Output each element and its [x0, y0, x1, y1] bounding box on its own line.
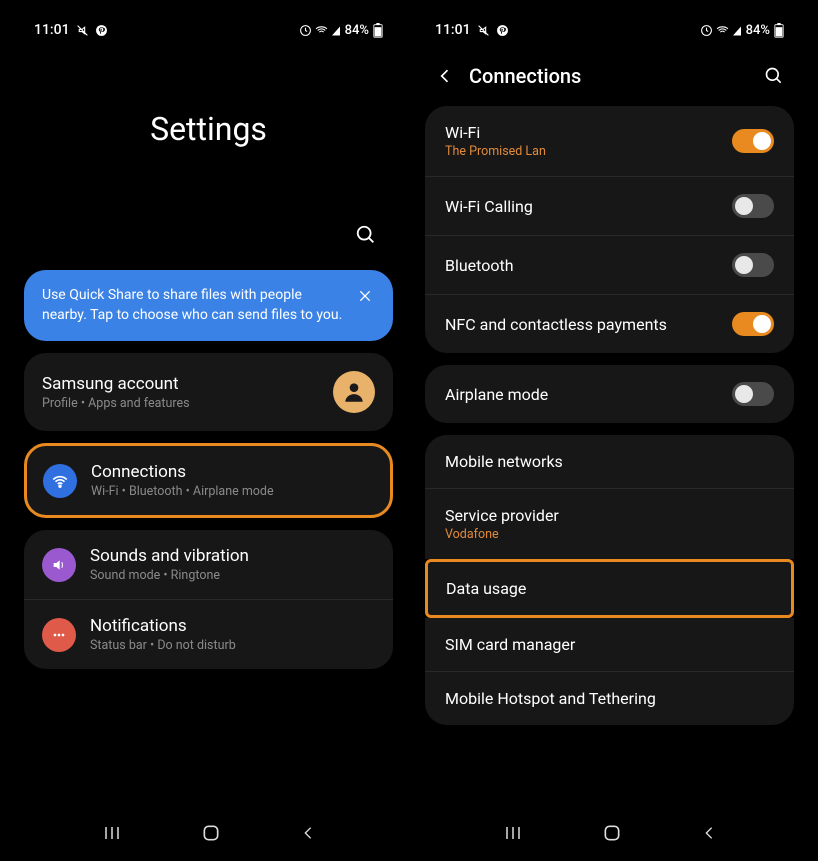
- status-bar: 11:01 84%: [413, 10, 806, 50]
- bluetooth-title: Bluetooth: [445, 256, 720, 275]
- connections-title: Connections: [91, 462, 374, 482]
- header-title: Connections: [469, 64, 750, 88]
- person-icon: [341, 379, 367, 405]
- search-button[interactable]: [764, 66, 784, 86]
- airplane-row[interactable]: Airplane mode: [425, 365, 794, 423]
- bluetooth-toggle[interactable]: [732, 253, 774, 277]
- tip-close-button[interactable]: [355, 286, 375, 306]
- search-button[interactable]: [349, 218, 383, 252]
- data-usage-highlight: Data usage: [425, 559, 794, 618]
- account-sub: Profile • Apps and features: [42, 396, 333, 411]
- home-button[interactable]: [602, 823, 622, 843]
- status-battery: 84%: [746, 23, 770, 38]
- quick-share-tip[interactable]: Use Quick Share to share files with peop…: [24, 270, 393, 341]
- mobile-networks-row[interactable]: Mobile networks: [425, 435, 794, 488]
- status-indicators: [299, 24, 341, 37]
- service-provider-title: Service provider: [445, 506, 774, 525]
- service-provider-sub: Vodafone: [445, 527, 774, 542]
- airplane-title: Airplane mode: [445, 385, 720, 404]
- sounds-row[interactable]: Sounds and vibration Sound mode • Ringto…: [24, 530, 393, 599]
- status-time: 11:01: [435, 22, 471, 38]
- service-provider-row[interactable]: Service provider Vodafone: [425, 488, 794, 559]
- sim-title: SIM card manager: [445, 635, 774, 654]
- nfc-title: NFC and contactless payments: [445, 315, 720, 334]
- wifi-sub: The Promised Lan: [445, 144, 720, 159]
- wifi-row[interactable]: Wi-Fi The Promised Lan: [425, 106, 794, 176]
- mute-icon: [477, 24, 490, 37]
- connections-sub: Wi-Fi • Bluetooth • Airplane mode: [91, 484, 374, 499]
- pinterest-icon: [496, 24, 509, 37]
- recents-button[interactable]: [102, 824, 122, 842]
- wifi-calling-toggle[interactable]: [732, 194, 774, 218]
- header-bar: Connections: [425, 50, 794, 106]
- nfc-toggle[interactable]: [732, 312, 774, 336]
- hotspot-title: Mobile Hotspot and Tethering: [445, 689, 774, 708]
- nfc-row[interactable]: NFC and contactless payments: [425, 294, 794, 353]
- data-usage-row[interactable]: Data usage: [425, 559, 794, 618]
- notifications-row[interactable]: Notifications Status bar • Do not distur…: [24, 599, 393, 669]
- samsung-account-row[interactable]: Samsung account Profile • Apps and featu…: [24, 353, 393, 431]
- mute-icon: [76, 24, 89, 37]
- status-indicators: [700, 24, 742, 37]
- connections-row[interactable]: Connections Wi-Fi • Bluetooth • Airplane…: [27, 446, 390, 515]
- back-button[interactable]: [300, 824, 316, 842]
- wifi-calling-row[interactable]: Wi-Fi Calling: [425, 176, 794, 235]
- notifications-sub: Status bar • Do not disturb: [90, 638, 375, 653]
- page-title: Settings: [24, 50, 393, 218]
- airplane-toggle[interactable]: [732, 382, 774, 406]
- status-bar: 11:01 84%: [12, 10, 405, 50]
- notifications-icon: [42, 618, 76, 652]
- recents-button[interactable]: [503, 824, 523, 842]
- battery-icon: [373, 23, 383, 38]
- notifications-title: Notifications: [90, 616, 375, 636]
- avatar: [333, 371, 375, 413]
- battery-icon: [774, 23, 784, 38]
- navigation-bar: [12, 809, 405, 851]
- tip-text: Use Quick Share to share files with peop…: [42, 286, 345, 325]
- wifi-icon: [43, 464, 77, 498]
- sounds-title: Sounds and vibration: [90, 546, 375, 566]
- data-usage-title: Data usage: [446, 579, 773, 598]
- settings-screen: 11:01 84% Settings Use Quick: [12, 10, 405, 851]
- sound-icon: [42, 548, 76, 582]
- home-button[interactable]: [201, 823, 221, 843]
- back-button[interactable]: [701, 824, 717, 842]
- bluetooth-row[interactable]: Bluetooth: [425, 235, 794, 294]
- chevron-left-icon: [435, 66, 455, 86]
- account-title: Samsung account: [42, 374, 333, 394]
- wifi-toggle[interactable]: [732, 129, 774, 153]
- status-battery: 84%: [345, 23, 369, 38]
- back-button[interactable]: [435, 66, 455, 86]
- navigation-bar: [413, 809, 806, 851]
- sounds-sub: Sound mode • Ringtone: [90, 568, 375, 583]
- hotspot-row[interactable]: Mobile Hotspot and Tethering: [425, 671, 794, 725]
- sim-row[interactable]: SIM card manager: [425, 618, 794, 671]
- wifi-title: Wi-Fi: [445, 123, 720, 142]
- connections-screen: 11:01 84% Connections: [413, 10, 806, 851]
- search-icon: [764, 66, 784, 86]
- mobile-networks-title: Mobile networks: [445, 452, 774, 471]
- connections-highlight: Connections Wi-Fi • Bluetooth • Airplane…: [24, 443, 393, 518]
- status-time: 11:01: [34, 22, 70, 38]
- pinterest-icon: [95, 24, 108, 37]
- wifi-calling-title: Wi-Fi Calling: [445, 197, 720, 216]
- close-icon: [357, 288, 373, 304]
- search-icon: [355, 224, 377, 246]
